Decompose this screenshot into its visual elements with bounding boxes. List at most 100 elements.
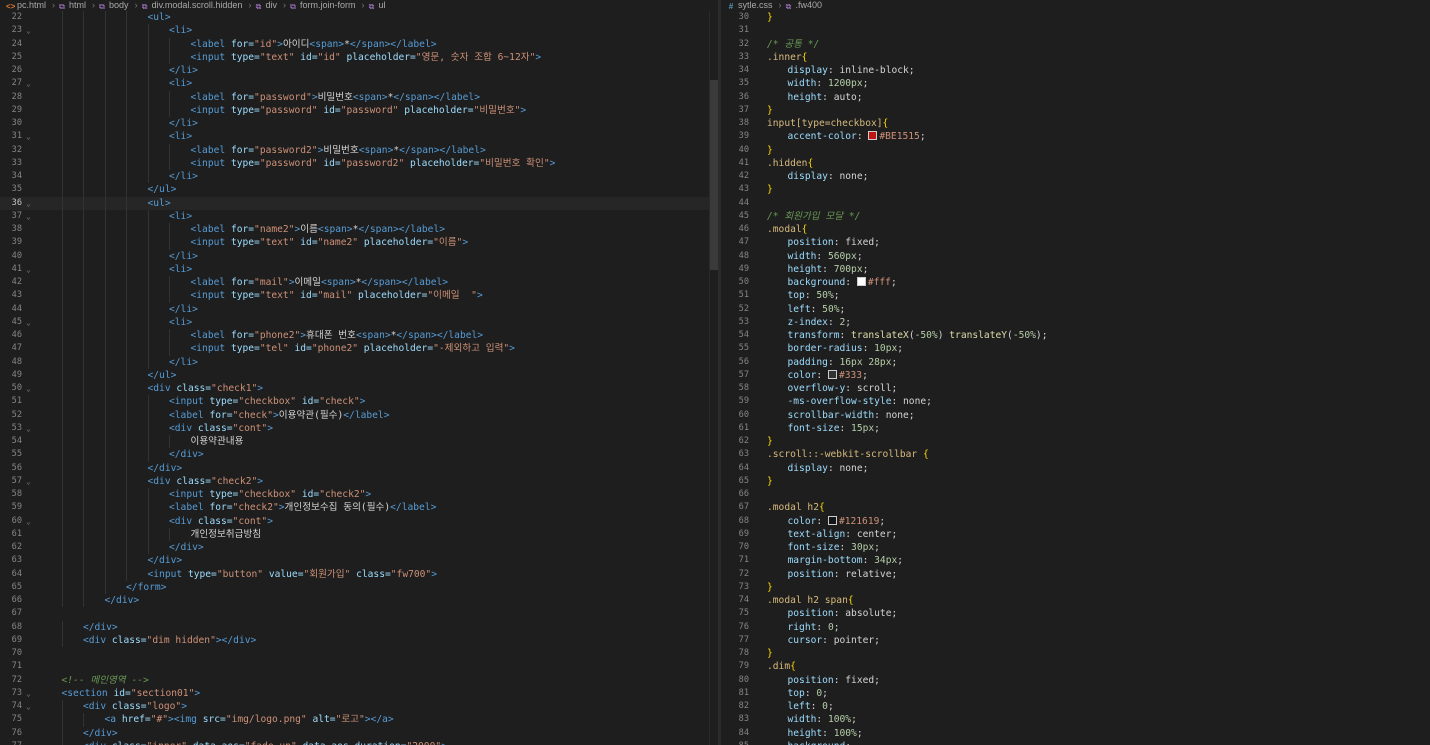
code-line[interactable]: 61 개인정보취급방침 (0, 527, 718, 541)
code-line[interactable]: 76 </div> (0, 726, 718, 740)
code-line[interactable]: 47 position: fixed; (721, 236, 1430, 249)
code-line[interactable]: 54 transform: translateX(-50%) translateY… (721, 329, 1430, 342)
code-line[interactable]: 82 left: 0; (721, 700, 1430, 713)
code-line[interactable]: 32 /* 공통 */ (721, 38, 1430, 51)
code-line[interactable]: 52 <label for="check">이용약관(필수)</label> (0, 408, 718, 422)
code-line[interactable]: 37 ⌄ <li> (0, 209, 718, 223)
code-line[interactable]: 54 이용약관내용 (0, 435, 718, 449)
code-line[interactable]: 66 </div> (0, 594, 718, 608)
code-line[interactable]: 53 z-index: 2; (721, 316, 1430, 329)
code-line[interactable]: 26 </li> (0, 64, 718, 78)
code-line[interactable]: 34 display: inline-block; (721, 64, 1430, 77)
code-line[interactable]: 72 position: relative; (721, 568, 1430, 581)
code-line[interactable]: 46 .modal{ (721, 223, 1430, 236)
code-line[interactable]: 36 height: auto; (721, 91, 1430, 104)
color-swatch[interactable] (827, 369, 837, 379)
code-line[interactable]: 84 height: 100%; (721, 727, 1430, 740)
breadcrumb-item[interactable]: ⧉ body (98, 0, 132, 11)
fold-chevron-icon[interactable]: ⌄ (26, 687, 36, 700)
fold-chevron-icon[interactable]: ⌄ (26, 263, 36, 276)
color-swatch[interactable] (827, 515, 837, 525)
css-editor-pane[interactable]: # sytle.css › ⧉ .fw400 30} 31 32/* 공통 */33 .inn… (721, 0, 1430, 745)
code-line[interactable]: 68 color: #121619; (721, 515, 1430, 528)
code-line[interactable]: 39 <input type="text" id="name2" placehol… (0, 236, 718, 250)
fold-chevron-icon[interactable]: ⌄ (26, 77, 36, 90)
code-line[interactable]: 43 <input type="text" id="mail" placehold… (0, 289, 718, 303)
breadcrumb-item[interactable]: ⧉ .fw400 (785, 0, 826, 11)
code-line[interactable]: 25 <input type="text" id="id" placeholder… (0, 50, 718, 64)
code-line[interactable]: 71 (0, 660, 718, 673)
code-line[interactable]: 35 </ul> (0, 183, 718, 197)
code-line[interactable]: 36 ⌄ <ul> (0, 196, 718, 210)
code-line[interactable]: 43} (721, 183, 1430, 196)
code-line[interactable]: 80 position: fixed; (721, 674, 1430, 687)
code-line[interactable]: 40 </li> (0, 249, 718, 263)
code-line[interactable]: 30} (721, 11, 1430, 24)
code-area[interactable]: 22 <ul> 23 ⌄ <li> 24 <label for="id">아이디<span>… (0, 11, 718, 745)
code-line[interactable]: 72 <!-- 메인영역 --> (0, 674, 718, 687)
code-line[interactable]: 61 font-size: 15px; (721, 422, 1430, 435)
code-line[interactable]: 74 .modal h2 span{ (721, 594, 1430, 607)
code-line[interactable]: 73 ⌄ <section id="section01"> (0, 687, 718, 700)
code-line[interactable]: 65 </form> (0, 580, 718, 594)
color-swatch[interactable] (868, 131, 878, 141)
code-line[interactable]: 47 <input type="tel" id="phone2" placehol… (0, 342, 718, 356)
code-line[interactable]: 49 </ul> (0, 368, 718, 382)
code-line[interactable]: 58 <input type="checkbox" id="check2"> (0, 488, 718, 502)
code-line[interactable]: 85 background: (721, 740, 1430, 745)
code-line[interactable]: 59 -ms-overflow-style: none; (721, 395, 1430, 408)
code-line[interactable]: 68 </div> (0, 620, 718, 634)
code-line[interactable]: 48 </li> (0, 355, 718, 369)
code-line[interactable]: 67 (0, 607, 718, 620)
code-line[interactable]: 66 (721, 488, 1430, 501)
code-line[interactable]: 71 margin-bottom: 34px; (721, 554, 1430, 567)
code-line[interactable]: 64 <input type="button" value="회원가입" clas… (0, 567, 718, 581)
code-line[interactable]: 49 height: 700px; (721, 263, 1430, 276)
code-line[interactable]: 42 display: none; (721, 170, 1430, 183)
code-line[interactable]: 62 </div> (0, 541, 718, 555)
code-line[interactable]: 78} (721, 647, 1430, 660)
code-line[interactable]: 57 color: #333; (721, 369, 1430, 382)
fold-chevron-icon[interactable]: ⌄ (26, 422, 36, 435)
breadcrumb-item[interactable]: # sytle.css (727, 0, 776, 11)
color-swatch[interactable] (856, 277, 866, 286)
code-line[interactable]: 76 right: 0; (721, 621, 1430, 634)
code-line[interactable]: 31 ⌄ <li> (0, 130, 718, 144)
code-line[interactable]: 63 .scroll::-webkit-scrollbar { (721, 448, 1430, 461)
code-line[interactable]: 44 </li> (0, 302, 718, 316)
fold-chevron-icon[interactable]: ⌄ (26, 515, 36, 528)
fold-chevron-icon[interactable]: ⌄ (26, 316, 36, 329)
scrollbar-thumb[interactable] (710, 80, 718, 270)
code-line[interactable]: 38 input[type=checkbox]{ (721, 117, 1430, 130)
code-line[interactable]: 50 background: #fff; (721, 276, 1430, 289)
code-line[interactable]: 28 <label for="password">비밀번호<span>*</spa… (0, 90, 718, 104)
code-line[interactable]: 51 top: 50%; (721, 289, 1430, 302)
code-line[interactable]: 41 .hidden{ (721, 157, 1430, 170)
code-line[interactable]: 75 position: absolute; (721, 607, 1430, 620)
code-line[interactable]: 79 .dim{ (721, 660, 1430, 673)
fold-chevron-icon[interactable]: ⌄ (26, 475, 36, 488)
code-line[interactable]: 30 </li> (0, 117, 718, 131)
code-line[interactable]: 64 display: none; (721, 462, 1430, 475)
fold-chevron-icon[interactable]: ⌄ (26, 24, 36, 37)
code-line[interactable]: 74 ⌄ <div class="logo"> (0, 700, 718, 714)
breadcrumb-item[interactable]: ⧉ html (58, 0, 89, 11)
code-area[interactable]: 30} 31 32/* 공통 */33 .inner{34 display: inlin… (721, 11, 1430, 745)
code-line[interactable]: 70 (0, 647, 718, 660)
breadcrumb-item[interactable]: ⧉ div.modal.scroll.hidden (141, 0, 246, 11)
fold-chevron-icon[interactable]: ⌄ (26, 382, 36, 395)
code-line[interactable]: 37} (721, 104, 1430, 117)
code-line[interactable]: 32 <label for="password2">비밀번호<span>*</sp… (0, 143, 718, 157)
code-line[interactable]: 44 (721, 197, 1430, 210)
breadcrumb-item[interactable]: ⧉ div (254, 0, 280, 11)
fold-chevron-icon[interactable]: ⌄ (26, 197, 36, 210)
code-line[interactable]: 39 accent-color: #BE1515; (721, 130, 1430, 143)
code-line[interactable]: 23 ⌄ <li> (0, 24, 718, 38)
code-line[interactable]: 56 </div> (0, 461, 718, 475)
code-line[interactable]: 77 cursor: pointer; (721, 634, 1430, 647)
code-line[interactable]: 38 <label for="name2">이름<span>*</span></l… (0, 223, 718, 237)
fold-chevron-icon[interactable]: ⌄ (26, 130, 36, 143)
code-line[interactable]: 75 <a href="#"><img src="img/logo.png" al… (0, 713, 718, 727)
code-line[interactable]: 59 <label for="check2">개인정보수집 동의(필수)</lab… (0, 501, 718, 515)
code-line[interactable]: 60 scrollbar-width: none; (721, 409, 1430, 422)
